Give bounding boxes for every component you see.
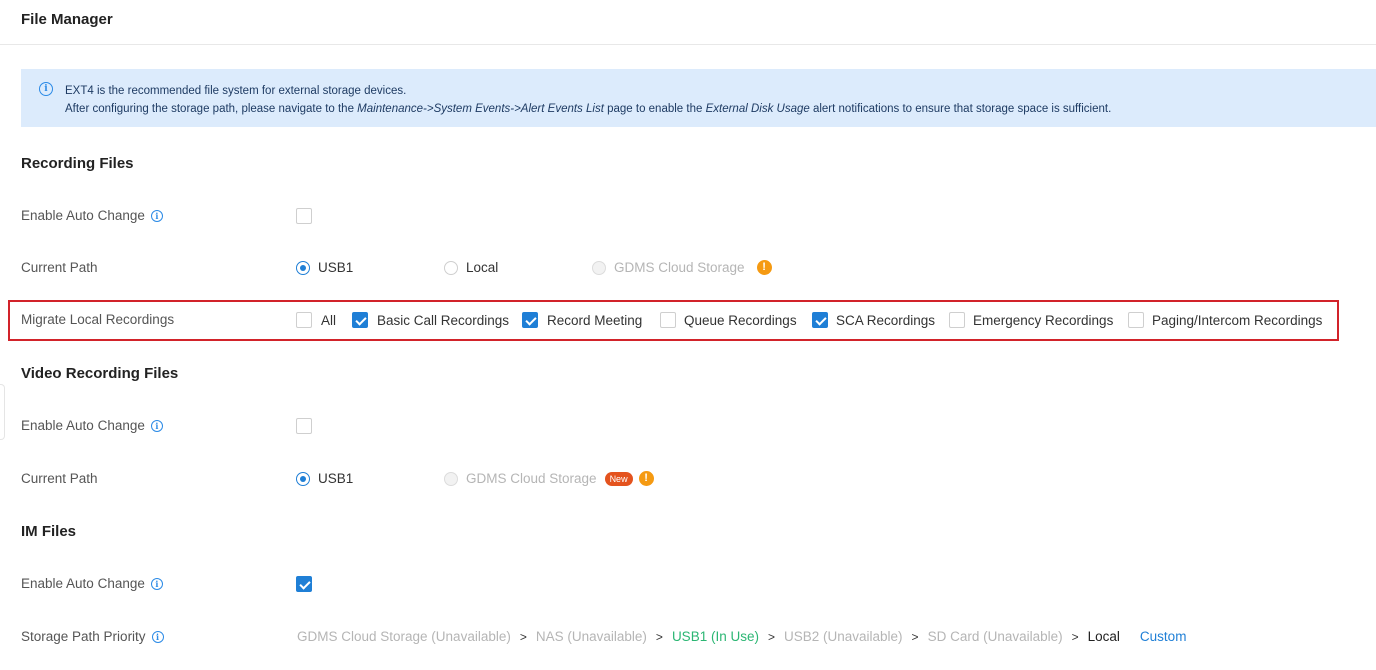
warning-icon[interactable]: ! <box>756 260 772 275</box>
priority-item-sd-card: SD Card (Unavailable) <box>927 629 1063 644</box>
migrate-sca[interactable]: SCA Recordings <box>812 312 935 328</box>
migrate-queue[interactable]: Queue Recordings <box>660 312 797 328</box>
checkbox-checked[interactable] <box>522 312 538 328</box>
checkbox[interactable] <box>296 312 312 328</box>
video-auto-change-label: Enable Auto Change i <box>21 418 163 433</box>
video-path-gdms: GDMS Cloud Storage New ! <box>444 471 654 486</box>
chevron-right-icon: > <box>911 629 919 644</box>
radio-label: GDMS Cloud Storage <box>614 260 745 275</box>
recording-path-gdms: GDMS Cloud Storage ! <box>592 260 772 275</box>
radio-selected[interactable] <box>296 471 310 486</box>
page-header: File Manager <box>0 0 1376 45</box>
migrate-record-meeting[interactable]: Record Meeting <box>522 312 642 328</box>
radio-disabled <box>592 260 606 275</box>
recording-path-usb1[interactable]: USB1 <box>296 260 353 275</box>
chevron-right-icon: > <box>1071 629 1079 644</box>
recording-auto-change-label: Enable Auto Change i <box>21 208 163 223</box>
warning-icon[interactable]: ! <box>638 471 654 486</box>
radio-label: Local <box>466 260 499 275</box>
checkbox-checked[interactable] <box>812 312 828 328</box>
checkbox[interactable] <box>296 418 312 434</box>
migrate-local-recordings-label: Migrate Local Recordings <box>21 312 175 327</box>
recording-auto-change-text: Enable Auto Change <box>21 208 145 223</box>
priority-item-gdms: GDMS Cloud Storage (Unavailable) <box>297 629 511 644</box>
info-icon[interactable]: i <box>150 577 163 590</box>
migrate-all[interactable]: All <box>296 312 336 328</box>
new-badge: New <box>604 471 633 486</box>
radio-label: USB1 <box>318 260 354 275</box>
recording-path-local[interactable]: Local <box>444 260 498 275</box>
migrate-basic-call[interactable]: Basic Call Recordings <box>352 312 509 328</box>
storage-path-priority-list: GDMS Cloud Storage (Unavailable) > NAS (… <box>297 629 1186 644</box>
migrate-paging-intercom[interactable]: Paging/Intercom Recordings <box>1128 312 1322 328</box>
checkbox-checked[interactable] <box>296 576 312 592</box>
radio-label: GDMS Cloud Storage <box>466 471 597 486</box>
im-auto-change-label: Enable Auto Change i <box>21 576 163 591</box>
recording-auto-change-checkbox[interactable] <box>296 208 312 224</box>
video-current-path-label: Current Path <box>21 471 98 486</box>
checkbox-label: Basic Call Recordings <box>377 312 510 328</box>
video-recording-files-title: Video Recording Files <box>21 365 179 382</box>
priority-item-usb1: USB1 (In Use) <box>671 629 759 644</box>
checkbox-label: Emergency Recordings <box>973 312 1114 328</box>
checkbox-label: Paging/Intercom Recordings <box>1152 312 1323 328</box>
checkbox[interactable] <box>949 312 965 328</box>
video-path-usb1[interactable]: USB1 <box>296 471 353 486</box>
notice-text-a: After configuring the storage path, plea… <box>65 103 358 115</box>
notice-alert-name: External Disk Usage <box>705 103 810 115</box>
migrate-emergency[interactable]: Emergency Recordings <box>949 312 1113 328</box>
chevron-right-icon: > <box>519 629 527 644</box>
side-panel-handle[interactable] <box>0 384 5 440</box>
im-auto-change-text: Enable Auto Change <box>21 576 145 591</box>
checkbox[interactable] <box>1128 312 1144 328</box>
info-icon: i <box>39 82 53 96</box>
radio[interactable] <box>444 260 458 275</box>
radio-label: USB1 <box>318 471 354 486</box>
im-files-title: IM Files <box>21 523 77 540</box>
custom-link[interactable]: Custom <box>1140 629 1187 644</box>
checkbox-label: Queue Recordings <box>684 312 797 328</box>
storage-path-priority-label: Storage Path Priority i <box>21 629 164 644</box>
recording-files-title: Recording Files <box>21 155 134 172</box>
radio-selected[interactable] <box>296 260 310 275</box>
checkbox[interactable] <box>296 208 312 224</box>
priority-item-local: Local <box>1087 629 1120 644</box>
video-auto-change-checkbox[interactable] <box>296 418 312 434</box>
im-auto-change-checkbox[interactable] <box>296 576 312 592</box>
storage-path-priority-text: Storage Path Priority <box>21 629 146 644</box>
notice-text-b: page to enable the <box>603 103 706 115</box>
chevron-right-icon: > <box>767 629 775 644</box>
info-icon[interactable]: i <box>150 209 163 222</box>
checkbox-label: Record Meeting <box>547 312 643 328</box>
priority-item-nas: NAS (Unavailable) <box>535 629 647 644</box>
radio-disabled <box>444 471 458 486</box>
notice-line-2: After configuring the storage path, plea… <box>65 100 1376 118</box>
info-icon[interactable]: i <box>151 630 164 643</box>
checkbox[interactable] <box>660 312 676 328</box>
chevron-right-icon: > <box>655 629 663 644</box>
checkbox-checked[interactable] <box>352 312 368 328</box>
notice-path: Maintenance->System Events->Alert Events… <box>357 103 604 115</box>
checkbox-label: All <box>321 312 337 328</box>
notice-line-1: EXT4 is the recommended file system for … <box>65 85 407 97</box>
checkbox-label: SCA Recordings <box>836 312 936 328</box>
recording-current-path-label: Current Path <box>21 260 98 275</box>
priority-item-usb2: USB2 (Unavailable) <box>783 629 903 644</box>
info-icon[interactable]: i <box>150 419 163 432</box>
info-notice: i EXT4 is the recommended file system fo… <box>21 69 1376 127</box>
video-auto-change-text: Enable Auto Change <box>21 418 145 433</box>
notice-text-c: alert notifications to ensure that stora… <box>809 103 1112 115</box>
page-title: File Manager <box>21 11 113 28</box>
